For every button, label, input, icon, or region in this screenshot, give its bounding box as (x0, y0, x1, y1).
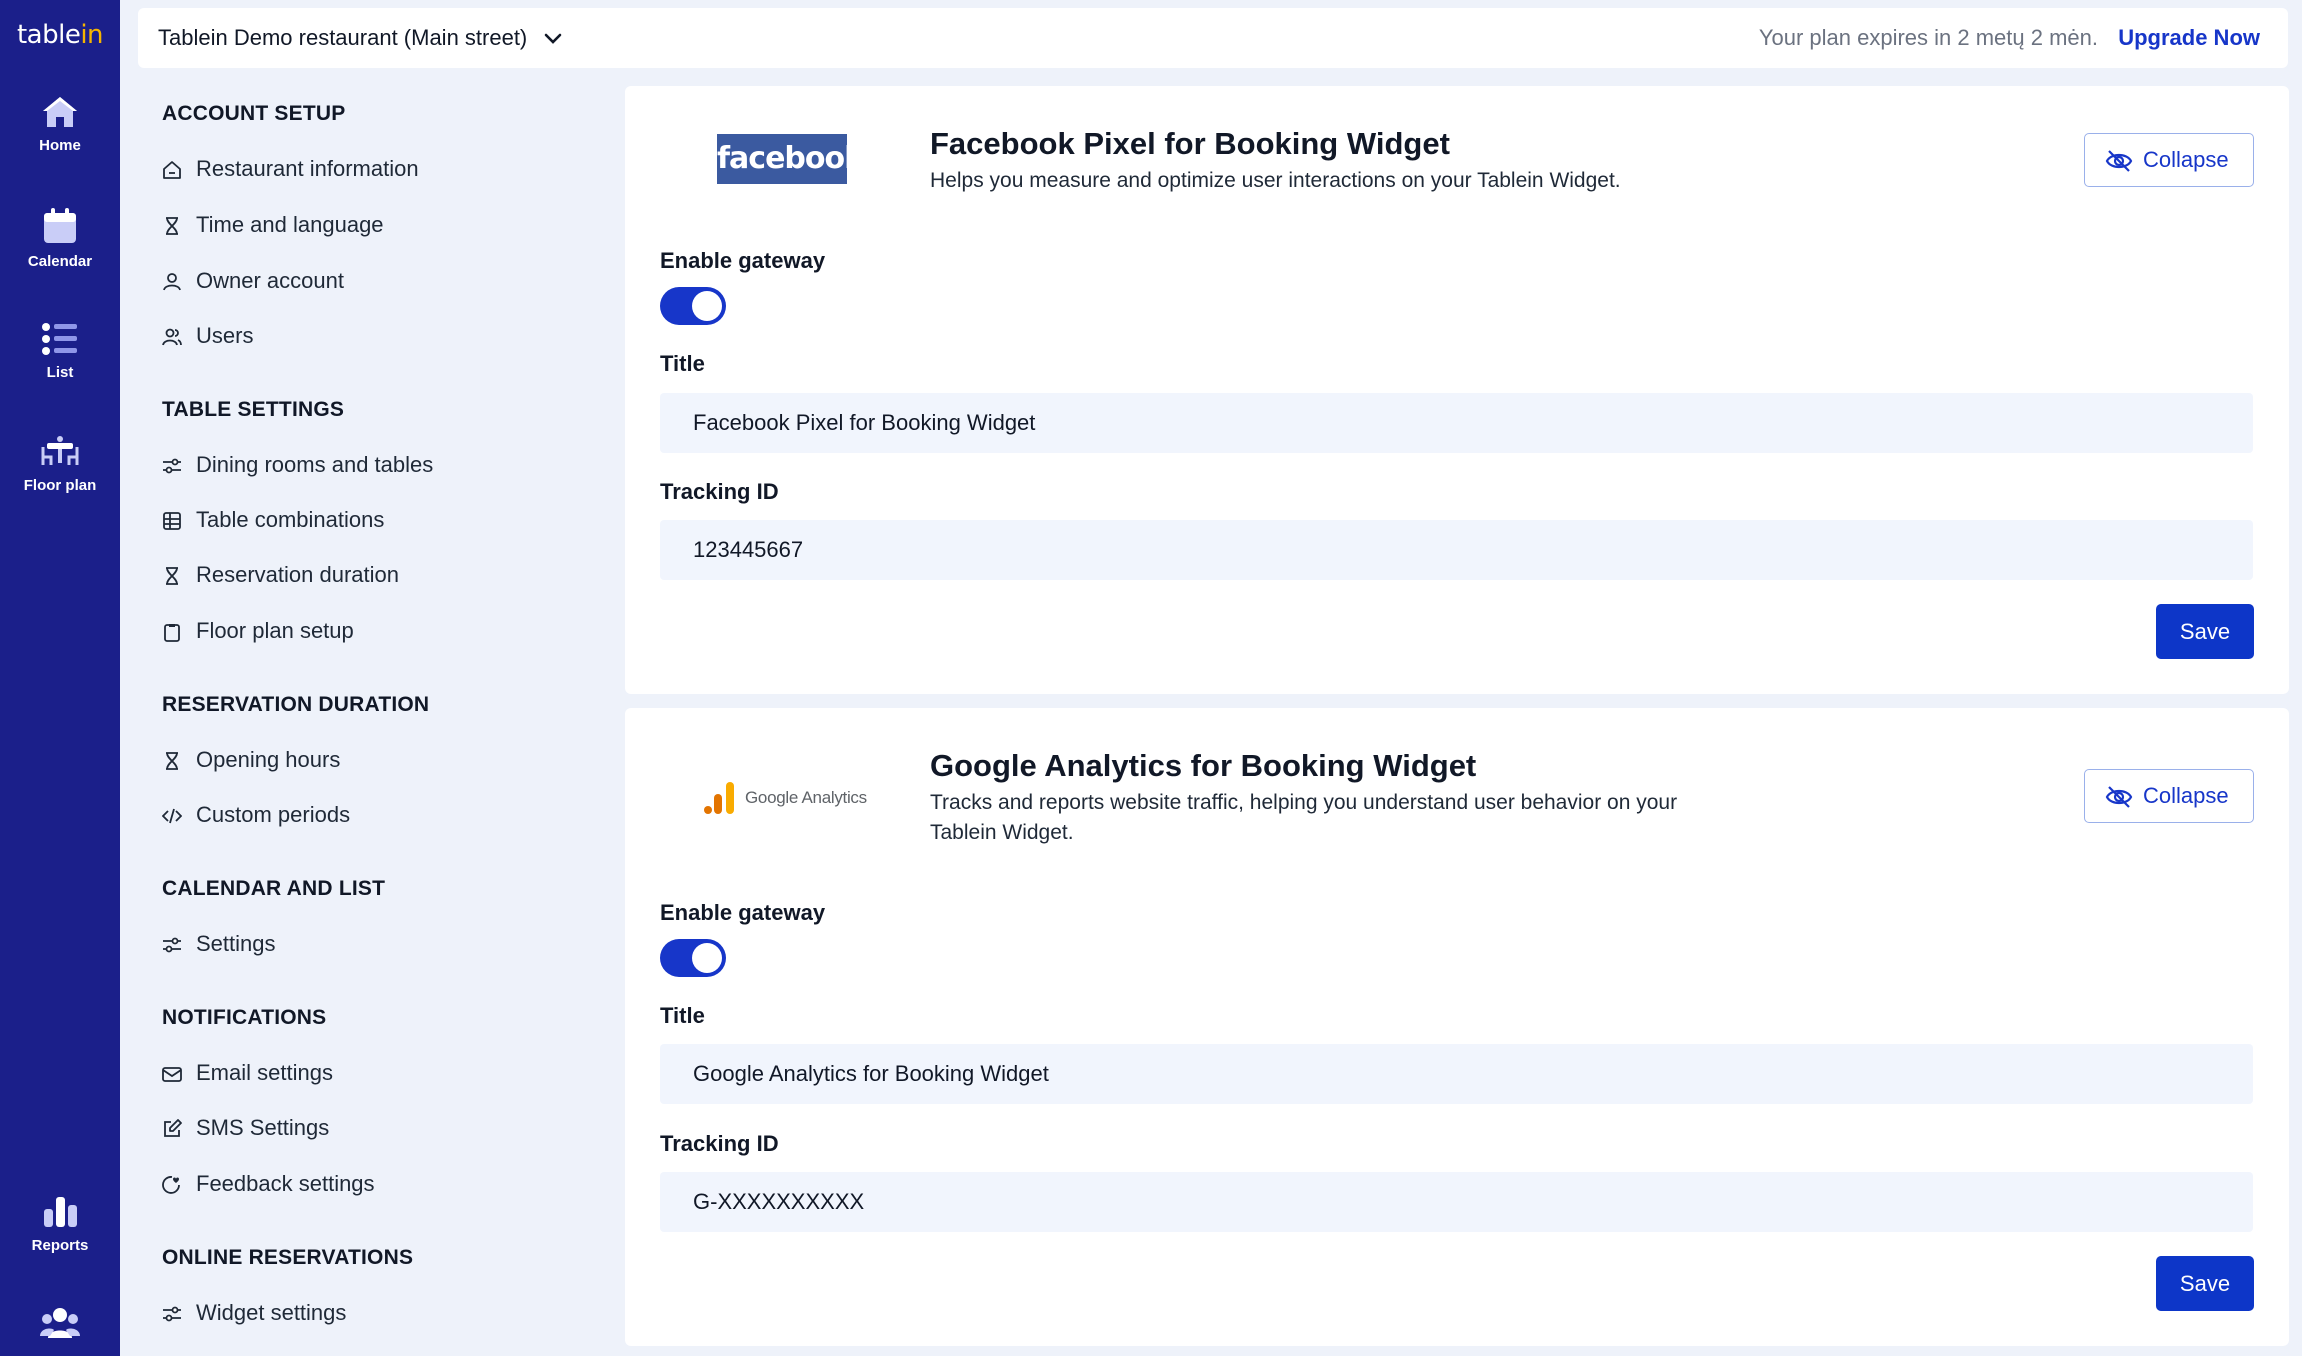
title-input[interactable] (660, 1044, 2253, 1104)
code-icon (162, 808, 182, 824)
hourglass-icon (166, 217, 178, 235)
users-group-icon (40, 1308, 80, 1338)
calendar-icon (44, 208, 76, 243)
tracking-id-label: Tracking ID (660, 479, 779, 504)
card-description: Helps you measure and optimize user inte… (930, 169, 1621, 192)
rail-floor-plan-label: Floor plan (23, 477, 97, 494)
title-label: Title (660, 351, 705, 376)
venue-name: Tablein Demo restaurant (Main street) (158, 25, 528, 50)
rail-list[interactable]: List (0, 322, 120, 381)
tracking-id-input[interactable] (660, 1172, 2253, 1232)
home-icon (43, 97, 77, 127)
rail-list-label: List (46, 364, 74, 381)
section-notifications: NOTIFICATIONS (162, 1006, 327, 1029)
sliders-icon (163, 458, 181, 474)
google-analytics-logo: Google Analytics (700, 780, 867, 816)
facebook-pixel-card: facebook Facebook Pixel for Booking Widg… (625, 86, 2289, 694)
feedback-icon (162, 1176, 180, 1194)
save-button[interactable]: Save (2156, 604, 2254, 659)
section-calendar-and-list: CALENDAR AND LIST (162, 877, 386, 900)
rail-home-label: Home (39, 137, 81, 154)
analytics-bars-icon (704, 782, 734, 814)
list-icon (42, 323, 77, 355)
hourglass-icon (166, 567, 178, 585)
brand-main: table (16, 20, 81, 50)
sliders-icon (163, 1306, 181, 1322)
eye-off-icon (2105, 786, 2133, 808)
save-button[interactable]: Save (2156, 1256, 2254, 1311)
reports-icon (44, 1197, 77, 1227)
section-table-settings: TABLE SETTINGS (162, 398, 345, 421)
rail-reports[interactable]: Reports (0, 1195, 120, 1254)
mail-icon (162, 1067, 182, 1082)
edit-icon (164, 1119, 182, 1137)
chevron-down-icon (545, 33, 562, 45)
rail-floor-plan[interactable]: Floor plan (0, 435, 120, 494)
rail-customers[interactable] (0, 1306, 120, 1348)
venue-selector[interactable]: Tablein Demo restaurant (Main street) (158, 8, 563, 68)
enable-gateway-label: Enable gateway (660, 900, 826, 925)
card-description: Tracks and reports website traffic, help… (930, 791, 1678, 844)
title-label: Title (660, 1003, 705, 1028)
top-bar: Tablein Demo restaurant (Main street) Yo… (138, 8, 2288, 68)
card-title: Facebook Pixel for Booking Widget (930, 126, 1450, 161)
sliders-icon (163, 937, 181, 953)
rail-calendar[interactable]: Calendar (0, 207, 120, 270)
toggle-knob (692, 943, 722, 973)
brand-accent: in (80, 20, 104, 50)
table-grid-icon (163, 512, 181, 530)
collapse-button[interactable]: Collapse (2084, 133, 2254, 187)
rail-home[interactable]: Home (0, 95, 120, 154)
eye-off-icon (2105, 150, 2133, 172)
clipboard-icon (164, 624, 180, 642)
section-online-reservations: ONLINE RESERVATIONS (162, 1246, 414, 1269)
google-analytics-card: Google Analytics Google Analytics for Bo… (625, 708, 2289, 1346)
section-reservation-duration: RESERVATION DURATION (162, 693, 430, 716)
floor-plan-icon (41, 436, 79, 465)
enable-gateway-label: Enable gateway (660, 248, 826, 273)
plan-expiry-text: Your plan expires in 2 metų 2 mėn. (1758, 25, 2098, 50)
enable-gateway-toggle[interactable] (660, 287, 726, 325)
rail-calendar-label: Calendar (27, 253, 93, 270)
section-account-setup: ACCOUNT SETUP (162, 102, 346, 125)
facebook-logo: facebook (717, 134, 864, 184)
rail-reports-label: Reports (31, 1237, 89, 1254)
tracking-id-label: Tracking ID (660, 1131, 779, 1156)
brand-logo[interactable]: tablein (0, 20, 120, 50)
card-title: Google Analytics for Booking Widget (930, 748, 1477, 783)
enable-gateway-toggle[interactable] (660, 939, 726, 977)
collapse-button[interactable]: Collapse (2084, 769, 2254, 823)
hourglass-icon (166, 752, 178, 770)
user-icon (163, 273, 181, 291)
users-icon (162, 328, 182, 346)
upgrade-now-link[interactable]: Upgrade Now (2118, 8, 2260, 68)
tracking-id-input[interactable] (660, 520, 2253, 580)
house-icon (163, 161, 181, 179)
title-input[interactable] (660, 393, 2253, 453)
main-rail: tablein Home Calendar List Floor plan Re… (0, 0, 120, 1356)
toggle-knob (692, 291, 722, 321)
